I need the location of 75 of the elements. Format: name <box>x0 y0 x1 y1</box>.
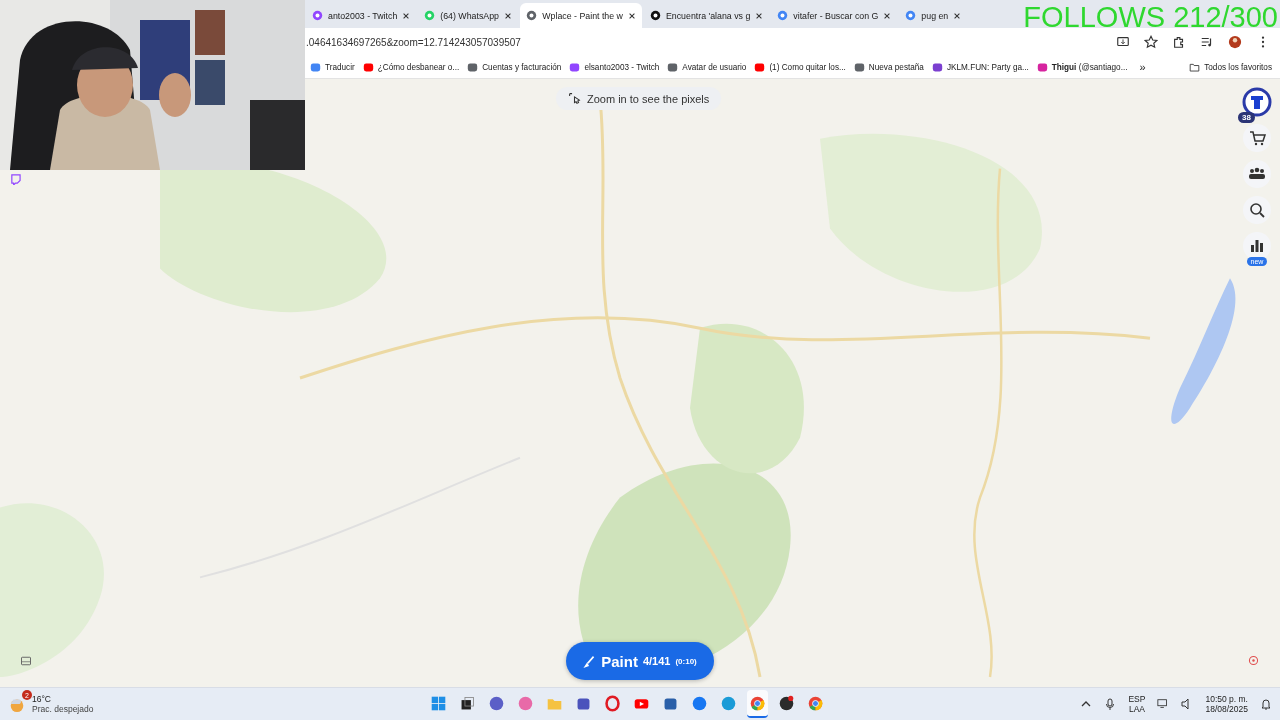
brush-icon <box>583 654 597 668</box>
site-icon <box>362 61 374 73</box>
site-icon <box>905 10 917 21</box>
close-icon[interactable] <box>627 11 636 20</box>
close-icon[interactable] <box>504 11 513 20</box>
site-icon <box>467 61 479 73</box>
site-icon <box>569 61 581 73</box>
browser-tab[interactable]: pug en <box>899 3 968 28</box>
follower-counter: FOLLOWS 212/300 <box>1023 3 1278 32</box>
bookmark-link[interactable]: Cuentas y facturación <box>467 61 562 73</box>
search-icon[interactable] <box>1242 195 1272 225</box>
media-icon[interactable] <box>1200 35 1214 49</box>
site-icon <box>649 10 661 21</box>
app-icon <box>459 694 476 712</box>
app-icon <box>778 694 795 712</box>
microphone-icon[interactable] <box>1104 698 1117 710</box>
profile-icon[interactable] <box>1228 35 1242 49</box>
site-icon <box>777 10 789 21</box>
site-icon <box>424 10 436 21</box>
app-icon <box>749 694 766 712</box>
address-field[interactable]: .04641634697265&zoom=12.714243057039507 <box>306 36 1116 48</box>
site-icon <box>526 10 538 21</box>
pointer-icon <box>568 92 581 105</box>
paint-button[interactable]: Paint 4/141 (0:10) <box>566 642 714 680</box>
bookmark-link[interactable]: (1) Como quitar los... <box>754 61 846 73</box>
site-icon <box>1036 61 1048 73</box>
people-icon[interactable] <box>1242 159 1272 189</box>
close-icon[interactable] <box>402 11 411 20</box>
network-icon[interactable] <box>1157 698 1170 710</box>
browser-tab[interactable]: vitafer - Buscar con G <box>771 3 898 28</box>
bookmark-link[interactable]: ¿Cómo desbanear o... <box>362 61 460 73</box>
folder-icon <box>1189 61 1201 73</box>
chat-icon[interactable] <box>10 174 21 185</box>
app-icon <box>604 694 621 712</box>
app-icon <box>691 694 708 712</box>
browser-tab[interactable]: Encuentra 'alana vs g <box>643 3 770 28</box>
cart-icon[interactable] <box>1242 123 1272 153</box>
app-icon <box>430 694 447 712</box>
more-bookmarks-button[interactable]: » <box>1139 61 1146 73</box>
locate-icon[interactable] <box>1247 654 1260 667</box>
extensions-icon[interactable] <box>1172 35 1186 49</box>
bookmark-link[interactable]: Avatar de usuario <box>667 61 747 73</box>
map-layers-icon[interactable] <box>20 655 32 667</box>
temperature: 16°C <box>32 694 52 704</box>
browser-tab[interactable]: Wplace - Paint the w <box>520 3 642 28</box>
close-icon[interactable] <box>755 11 764 20</box>
close-icon[interactable] <box>953 11 962 20</box>
bookmark-link[interactable]: Traducir <box>310 61 355 73</box>
clock[interactable]: 10:50 p. m. 18/08/2025 <box>1205 694 1248 714</box>
bookmark-link[interactable]: JKLM.FUN: Party ga... <box>931 61 1029 73</box>
app-icon <box>720 694 737 712</box>
language-indicator[interactable]: ESP LAA <box>1128 694 1146 714</box>
bookmark-link[interactable]: Thigui (@santiago... <box>1036 61 1128 73</box>
site-icon <box>853 61 865 73</box>
level-badge: 38 <box>1238 112 1255 123</box>
zoom-hint: Zoom in to see the pixels <box>556 87 722 110</box>
close-icon[interactable] <box>883 11 892 20</box>
site-icon <box>312 10 323 21</box>
site-icon <box>754 61 766 73</box>
bookmark-link[interactable]: elsanto2003 - Twitch <box>569 61 660 73</box>
browser-tab[interactable]: (64) WhatsApp <box>418 3 519 28</box>
site-icon <box>931 61 943 73</box>
install-icon[interactable] <box>1116 35 1130 49</box>
avatar-button[interactable] <box>1242 87 1272 117</box>
app-icon <box>488 694 505 712</box>
browser-tab[interactable]: anto2003 - Twitch <box>306 3 417 28</box>
app-icon <box>807 694 824 712</box>
site-icon <box>310 61 321 73</box>
weather-text: Prac. despejado <box>32 704 94 714</box>
bookmark-link[interactable]: Nueva pestaña <box>853 61 924 73</box>
app-icon <box>517 694 534 712</box>
star-icon[interactable] <box>1144 35 1158 49</box>
site-icon <box>667 61 679 73</box>
bell-icon[interactable] <box>1260 698 1272 710</box>
all-bookmarks-link[interactable]: Todos los favoritos <box>1189 61 1272 73</box>
